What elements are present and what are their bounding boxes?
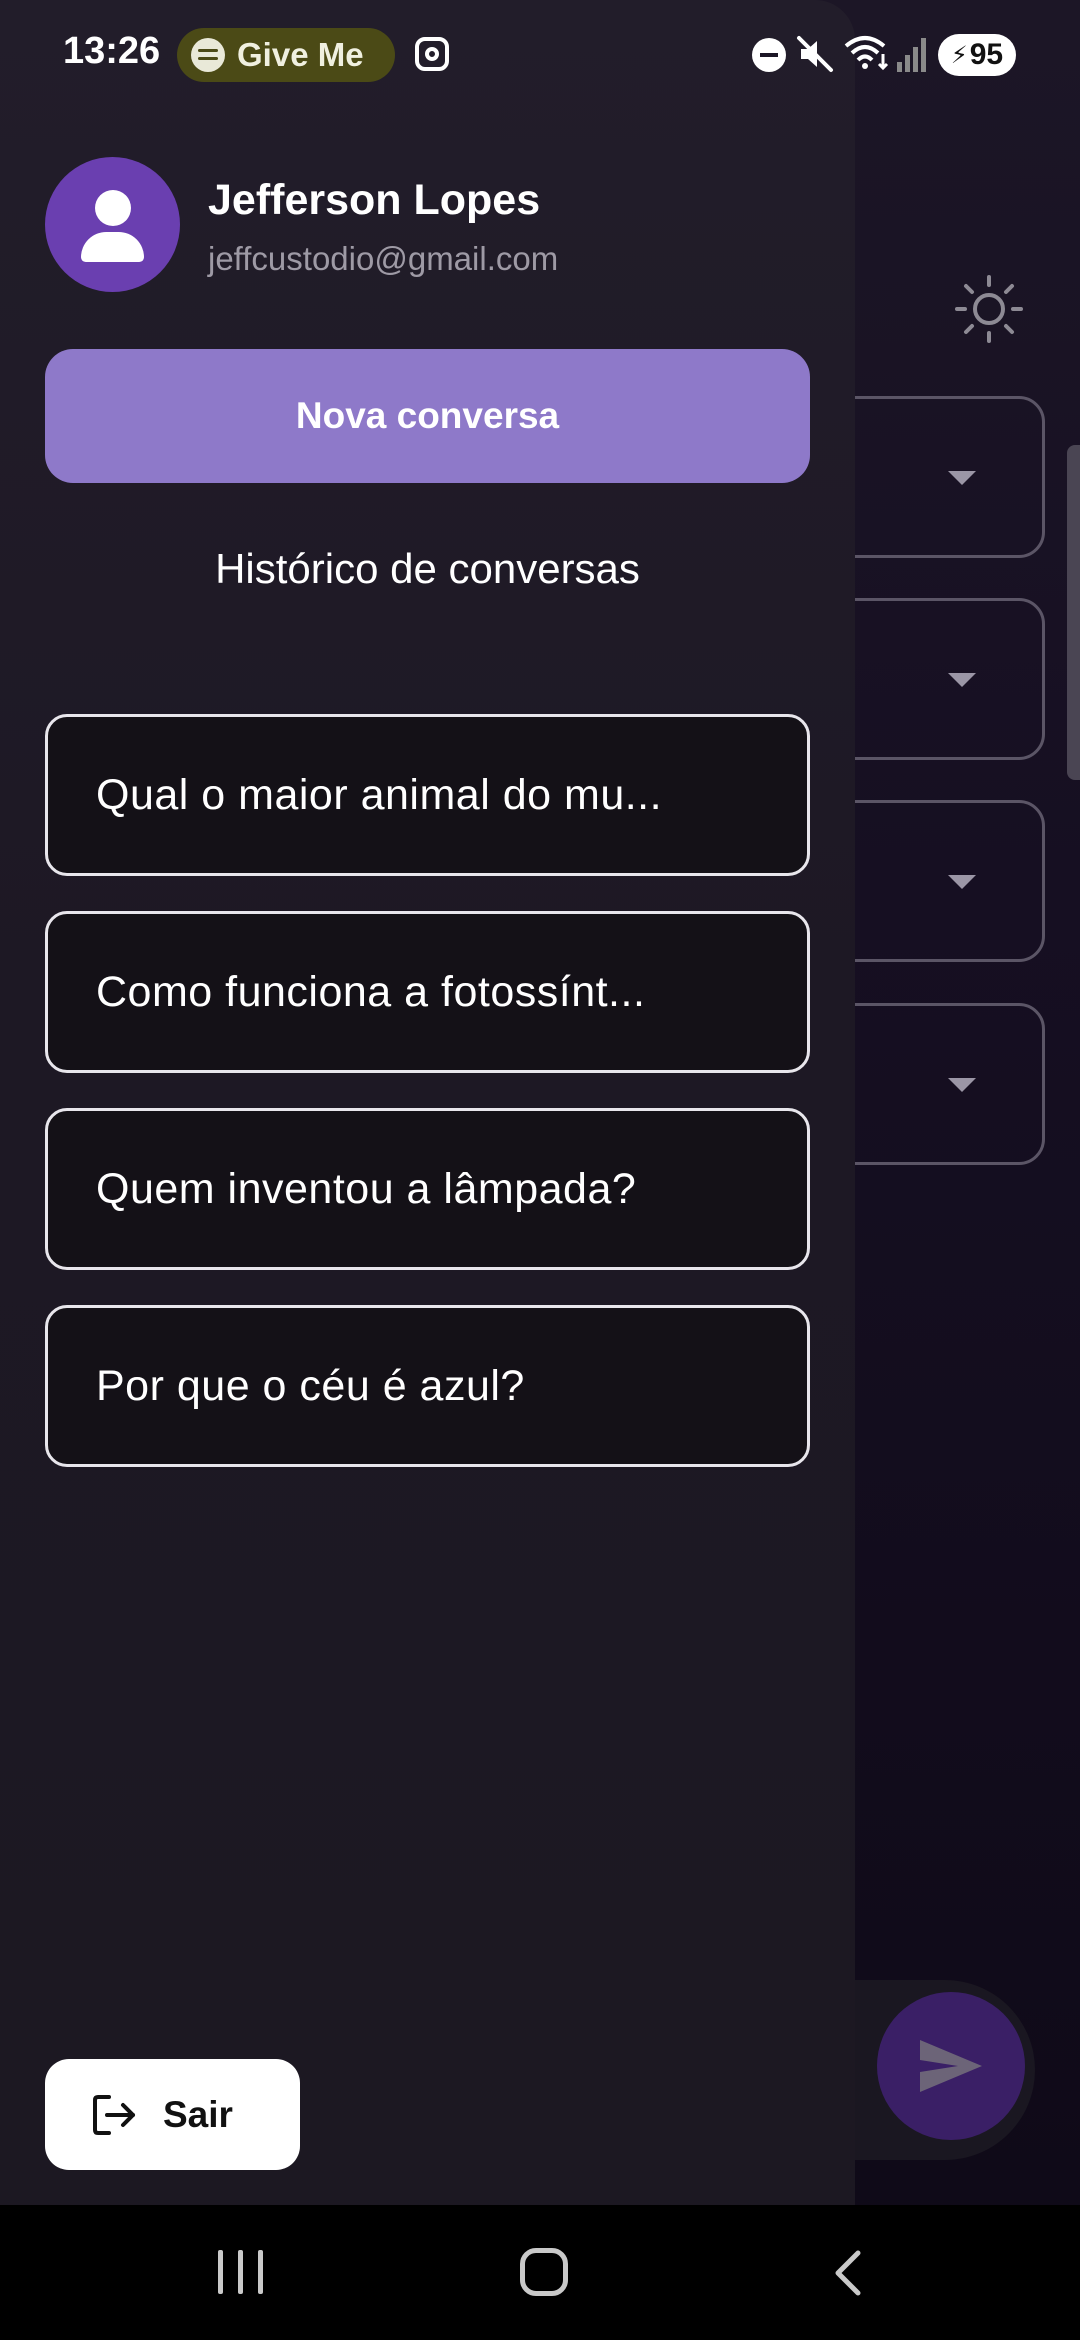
charging-icon: ⚡: [950, 41, 968, 69]
chevron-down-icon: [948, 1078, 976, 1092]
navigation-drawer: Jefferson Lopes jeffcustodio@gmail.com N…: [0, 0, 855, 2205]
theme-toggle-icon[interactable]: [955, 275, 1023, 343]
status-time: 13:26: [63, 30, 161, 72]
logout-icon: [93, 2094, 135, 2135]
wifi-icon: [844, 36, 889, 71]
user-email: jeffcustodio@gmail.com: [208, 240, 559, 277]
home-button[interactable]: [520, 2248, 568, 2296]
media-title: Give Me: [237, 36, 364, 73]
history-item[interactable]: Por que o céu é azul?: [45, 1305, 810, 1467]
signal-icon: [897, 38, 926, 72]
history-title: Histórico de conversas: [215, 545, 640, 592]
logout-button[interactable]: Sair: [45, 2059, 300, 2170]
history-item[interactable]: Como funciona a fotossínt...: [45, 911, 810, 1073]
media-chip[interactable]: Give Me: [177, 28, 395, 82]
user-name: Jefferson Lopes: [208, 176, 541, 224]
back-button[interactable]: [828, 2249, 868, 2297]
send-button: [877, 1992, 1025, 2140]
scrollbar: [1067, 445, 1080, 780]
status-bar: 13:26 Give Me ⚡ 95: [0, 0, 1080, 110]
do-not-disturb-icon: [752, 38, 786, 72]
history-item[interactable]: Qual o maior animal do mu...: [45, 714, 810, 876]
battery-indicator: ⚡ 95: [938, 34, 1016, 76]
spotify-icon: [191, 38, 225, 72]
history-item[interactable]: Quem inventou a lâmpada?: [45, 1108, 810, 1270]
battery-level: 95: [969, 38, 1004, 71]
new-chat-button[interactable]: Nova conversa: [45, 349, 810, 483]
mute-icon: [797, 36, 833, 72]
recents-button[interactable]: [218, 2250, 264, 2294]
logout-label: Sair: [163, 2093, 233, 2135]
send-icon: [920, 2040, 982, 2092]
avatar: [45, 157, 180, 292]
person-icon: [95, 190, 131, 226]
chevron-down-icon: [948, 875, 976, 889]
chevron-down-icon: [948, 673, 976, 687]
system-nav-bar: [0, 2205, 1080, 2340]
instagram-icon: [415, 37, 449, 71]
chevron-down-icon: [948, 471, 976, 485]
